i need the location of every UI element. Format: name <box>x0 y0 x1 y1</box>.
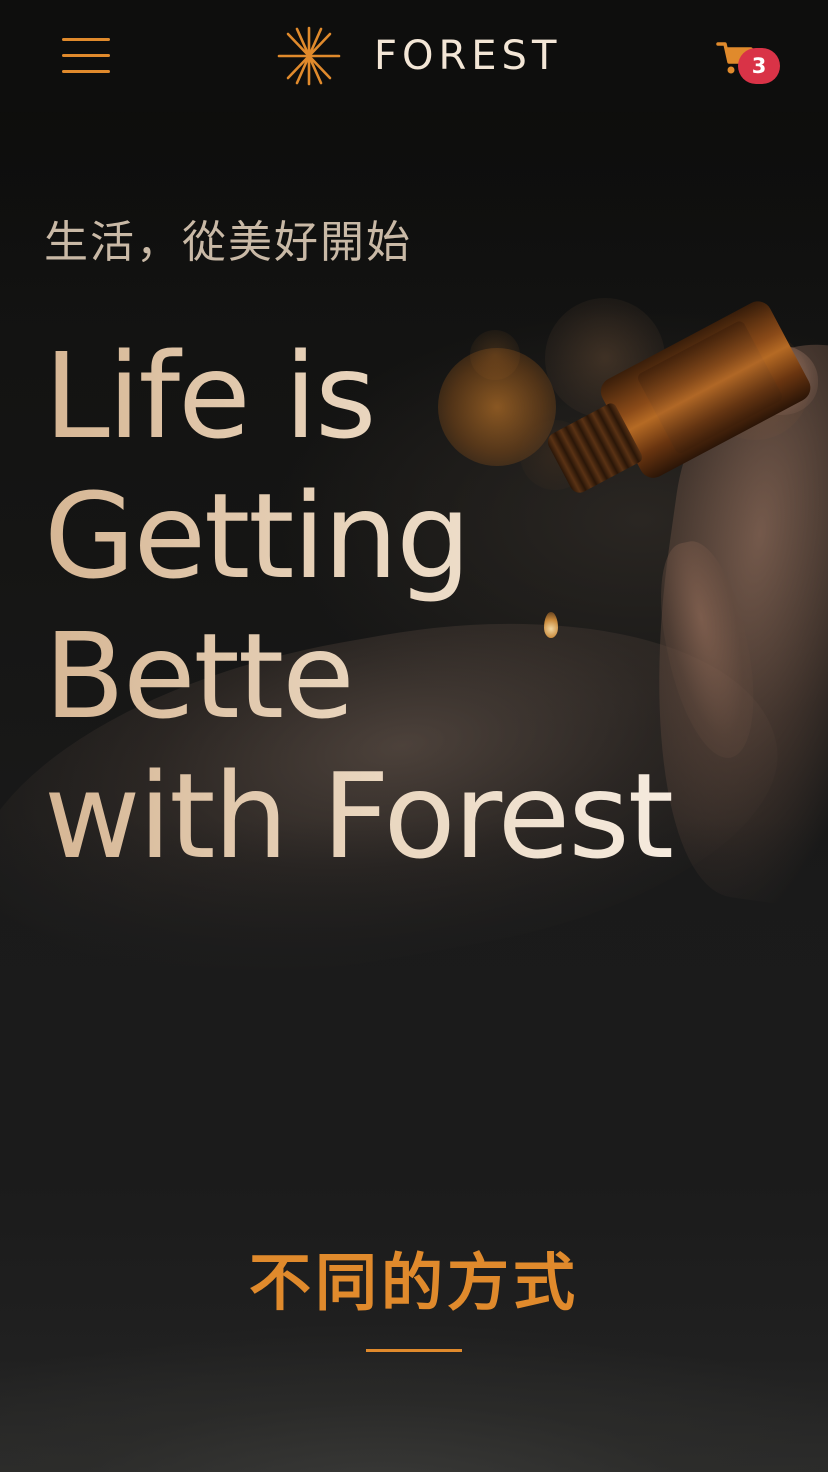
cart-count-badge: 3 <box>738 48 780 84</box>
cart-button[interactable]: 3 <box>716 40 782 86</box>
menu-bar <box>62 70 110 73</box>
hero-title-line: Bette <box>44 606 804 746</box>
hero-title-line: Life is <box>44 326 804 466</box>
section-background <box>0 1180 828 1472</box>
asterisk-spark-icon <box>277 26 341 86</box>
page: FOREST 3 生活，從美好開始 Life is Getting Bette … <box>0 0 828 1472</box>
hero-title-line: Getting <box>44 466 804 606</box>
hero-title: Life is Getting Bette with Forest <box>44 326 804 886</box>
brand-logo[interactable]: FOREST <box>276 25 561 87</box>
top-header: FOREST 3 <box>0 0 828 112</box>
section-title: 不同的方式 <box>248 1246 579 1319</box>
hero-title-line: with Forest <box>44 746 804 886</box>
hero-subtitle: 生活，從美好開始 <box>44 217 412 268</box>
section-divider <box>366 1349 462 1352</box>
menu-bar <box>62 54 110 57</box>
brand-name: FOREST <box>374 33 562 79</box>
menu-bar <box>62 38 110 41</box>
hamburger-menu-icon[interactable] <box>62 38 110 74</box>
